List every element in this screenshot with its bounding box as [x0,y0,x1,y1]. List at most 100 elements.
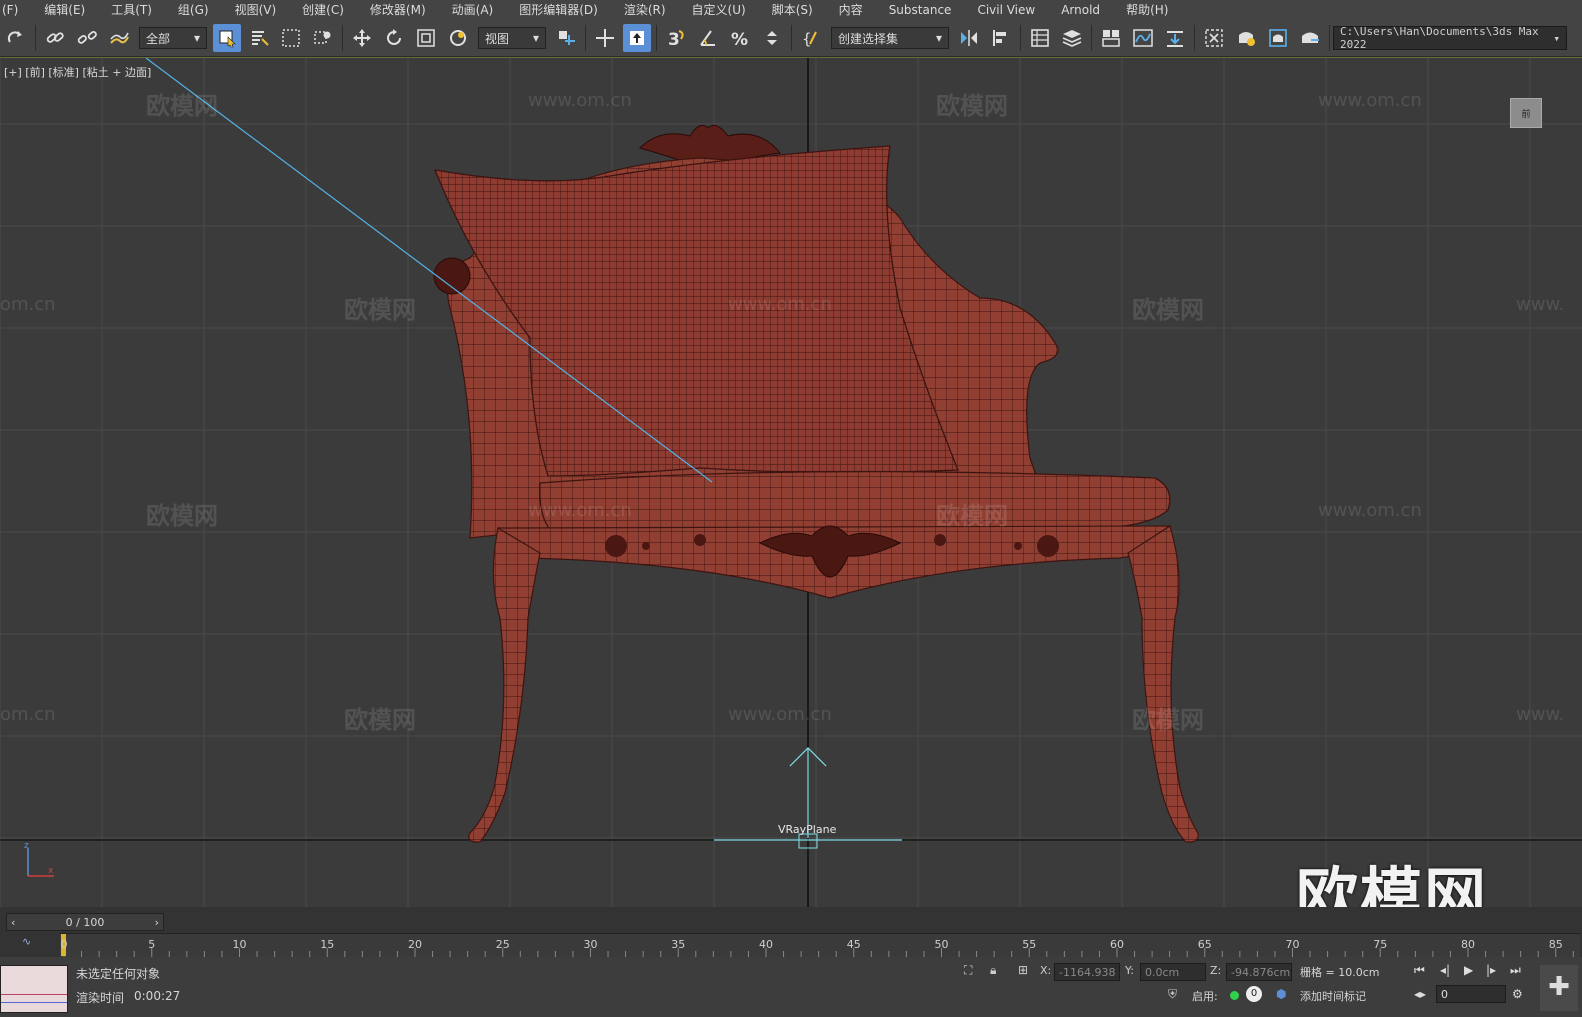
spinner-snap-icon[interactable] [758,24,786,52]
curve-editor-icon[interactable] [1129,24,1157,52]
ribbon-icon[interactable] [1097,24,1125,52]
material-editor-icon[interactable] [1200,24,1228,52]
lock-icon[interactable]: 🔒︎ [990,963,996,978]
menu-item[interactable]: 脚本(S) [760,0,827,20]
menu-item[interactable]: (F) [0,0,32,20]
key-mode-icon[interactable]: ◂▸ [1414,987,1426,1001]
time-tag-icon[interactable]: ⬢ [1276,987,1286,1001]
viewcube[interactable]: 前 [1510,98,1542,128]
menu-item[interactable]: 工具(T) [99,0,166,20]
render-setup-icon[interactable] [1232,24,1260,52]
menu-item[interactable]: 编辑(E) [32,0,99,20]
keyboard-shortcut-override-icon[interactable] [623,24,651,52]
watermark: 欧模网 [344,296,416,324]
select-by-name-icon[interactable] [245,24,273,52]
window-crossing-icon[interactable] [309,24,337,52]
add-time-tag[interactable]: 添加时间标记 [1300,988,1366,1004]
watermark-url: om.cn [0,294,56,315]
rotate-icon[interactable] [380,24,408,52]
menu-item[interactable]: Substance [877,0,966,20]
watermark-url: www.om.cn [528,500,632,521]
project-path-select[interactable]: C:\Users\Han\Documents\3ds Max 2022 ▾ [1333,25,1567,51]
svg-text:z: z [24,841,29,851]
next-frame-icon[interactable]: |▸ [1486,963,1496,977]
layer-explorer-icon[interactable] [1058,24,1086,52]
go-to-end-icon[interactable]: ⏭ [1510,963,1521,978]
menu-bar: (F) 编辑(E) 工具(T) 组(G) 视图(V) 创建(C) 修改器(M) 动画(A) 图形… [0,0,1582,20]
mirror-icon[interactable] [955,24,983,52]
chevron-left-icon[interactable]: ‹ [7,916,19,929]
z-coord-field[interactable]: -94.876cm [1226,963,1292,981]
scale-icon[interactable] [412,24,440,52]
play-icon[interactable]: ▶ [1464,963,1473,977]
time-slider[interactable]: ‹ 0 / 100 › [6,913,164,931]
previous-frame-icon[interactable]: ◂| [1440,963,1450,977]
menu-item[interactable]: Civil View [965,0,1049,20]
timeline-tick-label: 65 [1197,938,1212,951]
viewport-label[interactable]: [+] [前] [标准] [粘土 + 边面] [4,64,151,80]
schematic-view-icon[interactable] [1161,24,1189,52]
menu-item[interactable]: 自定义(U) [680,0,760,20]
angle-snap-icon[interactable] [694,24,722,52]
x-coord-field[interactable]: -1164.938 [1054,963,1120,981]
timeline-tick-label: 50 [934,938,949,951]
timeline-tick-label: 60 [1110,938,1124,951]
percent-snap-icon[interactable]: % [726,24,754,52]
y-coord-field[interactable]: 0.0cm [1140,963,1206,981]
menu-item[interactable]: 帮助(H) [1114,0,1182,20]
link-icon[interactable] [41,24,69,52]
selection-filter-select[interactable]: 全部 ▾ [139,27,207,49]
snap-toggle-icon[interactable]: 3 [662,24,690,52]
menu-item[interactable]: 视图(V) [223,0,291,20]
front-viewport[interactable]: z x [+] [前] [标准] [粘土 + 边面] 前 欧模网 www.om.… [0,57,1582,908]
bind-space-warp-icon[interactable] [105,24,133,52]
grid-size: 栅格 = 10.0cm [1300,966,1380,979]
mini-curve-icon[interactable]: ∿ [22,935,31,948]
watermark-url: www.om.cn [728,704,832,725]
named-selection-icon[interactable]: { [797,24,825,52]
watermark-url: www.om.cn [728,294,832,315]
z-coord-value: -94.876cm [1231,965,1291,979]
rendered-frame-icon[interactable] [1264,24,1292,52]
menu-item[interactable]: 组(G) [166,0,223,20]
menu-item[interactable]: 修改器(M) [358,0,440,20]
timeline-tick-label: 15 [320,938,335,951]
watermark: 欧模网 [146,502,218,530]
enable-count-badge[interactable]: 0 [1246,986,1262,1002]
unlink-icon[interactable] [73,24,101,52]
reference-coordinate-select[interactable]: 视图 ▾ [478,27,546,49]
maxscript-listener-preview[interactable] [0,965,68,1013]
isolate-selection-icon[interactable]: ⛶ [964,963,972,978]
scene-explorer-icon[interactable] [1026,24,1054,52]
svg-text:%: % [731,30,748,49]
redo-icon[interactable] [2,24,30,52]
render-icon[interactable] [1296,24,1324,52]
shield-icon[interactable]: ⛨ [1168,987,1177,1002]
absolute-mode-icon[interactable]: ⊞ [1018,963,1028,977]
timeline-tick-label: 55 [1022,938,1037,951]
move-icon[interactable] [348,24,376,52]
menu-item[interactable]: 创建(C) [290,0,358,20]
menu-item[interactable]: 动画(A) [440,0,508,20]
watermark: 欧模网 [1132,296,1204,324]
select-object-icon[interactable] [213,24,241,52]
pivot-icon[interactable] [552,24,580,52]
menu-item[interactable]: 渲染(R) [612,0,680,20]
placement-icon[interactable] [444,24,472,52]
time-config-icon[interactable]: ⚙ [1512,987,1523,1001]
select-manipulate-icon[interactable] [591,24,619,52]
named-selection-set-select[interactable]: 创建选择集 ▾ [831,27,949,49]
menu-item[interactable]: 图形编辑器(D) [507,0,612,20]
watermark: 欧模网 [1132,706,1204,734]
chevron-right-icon[interactable]: › [151,916,163,929]
menu-item[interactable]: Arnold [1049,0,1114,20]
viewport-navigation-icon[interactable]: ✚ [1540,965,1578,1011]
align-icon[interactable] [987,24,1015,52]
menu-item[interactable]: 内容 [827,0,877,20]
chevron-down-icon: ▾ [1553,31,1560,45]
rect-select-icon[interactable] [277,24,305,52]
x-coord-value: -1164.938 [1059,965,1116,979]
track-bar[interactable]: 0 5 10 15 20 25 30 35 40 45 50 55 60 65 70 75 80 85 [60,933,1580,958]
current-frame-field[interactable]: 0 [1436,985,1506,1003]
go-to-start-icon[interactable]: ⏮ [1414,963,1425,978]
